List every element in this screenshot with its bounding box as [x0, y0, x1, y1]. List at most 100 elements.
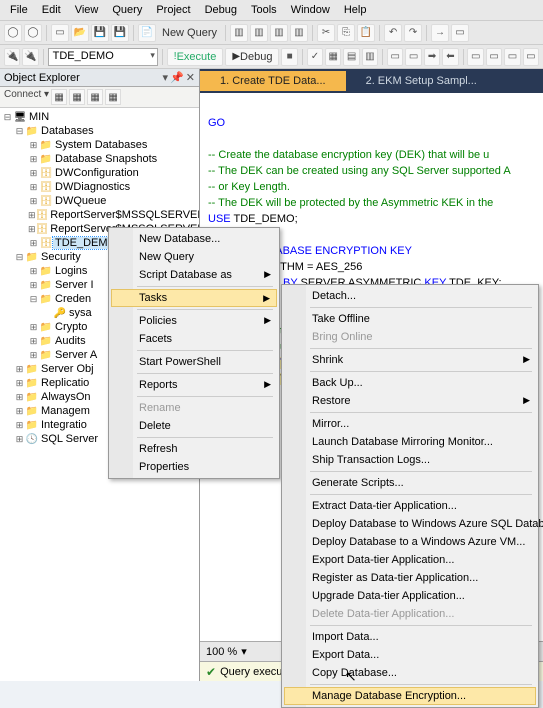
cut-icon[interactable]: ✂ [317, 24, 335, 42]
tree-dwconfiguration[interactable]: ⊞🗄DWConfiguration [0, 166, 199, 180]
ctx-register-dtier[interactable]: Register as Data-tier Application... [284, 569, 536, 587]
tb-icon-3[interactable]: ▥ [270, 24, 288, 42]
tb-icon-6[interactable]: ▭ [451, 24, 469, 42]
panel-close-icon[interactable]: ✕ [186, 71, 195, 84]
tree-databases[interactable]: ⊟📁Databases [0, 124, 199, 138]
panel-dropdown-icon[interactable]: ▾ [163, 71, 169, 84]
tree-database-snapshots[interactable]: ⊞📁Database Snapshots [0, 152, 199, 166]
ctx-reports[interactable]: Reports▶ [111, 376, 277, 394]
nav-fwd-icon[interactable]: ◯ [24, 24, 42, 42]
ctx-back-up[interactable]: Back Up... [284, 374, 536, 392]
ctx-deploy-azure-vm[interactable]: Deploy Database to a Windows Azure VM... [284, 533, 536, 551]
undo-icon[interactable]: ↶ [384, 24, 402, 42]
ctx-generate-scripts[interactable]: Generate Scripts... [284, 474, 536, 492]
ctx-restore[interactable]: Restore▶ [284, 392, 536, 410]
menu-query[interactable]: Query [106, 2, 148, 18]
oe-tb-icon-1[interactable]: ▦ [51, 89, 67, 105]
parse-icon[interactable]: ✓ [307, 48, 323, 66]
ctx-export-data[interactable]: Export Data... [284, 646, 536, 664]
ctx-policies[interactable]: Policies▶ [111, 312, 277, 330]
ctx-properties[interactable]: Properties [111, 458, 277, 476]
ctx-script-database-as[interactable]: Script Database as▶ [111, 266, 277, 284]
menu-tools[interactable]: Tools [245, 2, 283, 18]
tb-icon-5[interactable]: → [431, 24, 449, 42]
outdent-icon[interactable]: ⬅ [442, 48, 458, 66]
ctx-take-offline[interactable]: Take Offline [284, 310, 536, 328]
ctx-deploy-azure-db[interactable]: Deploy Database to Windows Azure SQL Dat… [284, 515, 536, 533]
ctx-new-database[interactable]: New Database... [111, 230, 277, 248]
toolbar-1: ◯ ◯ ▭ 📂 💾 💾 📄 New Query ▥ ▥ ▥ ▥ ✂ ⎘ 📋 ↶ … [0, 21, 543, 45]
stop-icon[interactable]: ■ [281, 48, 297, 66]
tb2-icon-b[interactable]: ▭ [504, 48, 520, 66]
tb-icon-1[interactable]: ▥ [230, 24, 248, 42]
ctx-tasks[interactable]: Tasks▶ [111, 289, 277, 307]
ctx-ship-tx-logs[interactable]: Ship Transaction Logs... [284, 451, 536, 469]
tab-ekm-setup[interactable]: 2. EKM Setup Sampl... [346, 71, 497, 91]
tb2-icon-c[interactable]: ▭ [523, 48, 539, 66]
menu-view[interactable]: View [69, 2, 105, 18]
ctx-detach[interactable]: Detach... [284, 287, 536, 305]
ctx-export-dtier[interactable]: Export Data-tier Application... [284, 551, 536, 569]
tree-reportserver-1[interactable]: ⊞🗄ReportServer$MSSQLSERVER [0, 208, 199, 222]
database-combo[interactable]: TDE_DEMO [48, 48, 158, 66]
ctx-upgrade-dtier[interactable]: Upgrade Data-tier Application... [284, 587, 536, 605]
execute-button[interactable]: ! Execute [167, 48, 224, 66]
menu-debug[interactable]: Debug [199, 2, 243, 18]
new-project-icon[interactable]: ▭ [51, 24, 69, 42]
connect-button[interactable]: Connect ▾ [4, 89, 49, 105]
tree-system-databases[interactable]: ⊞📁System Databases [0, 138, 199, 152]
tree-dwqueue[interactable]: ⊞🗄DWQueue [0, 194, 199, 208]
nav-back-icon[interactable]: ◯ [4, 24, 22, 42]
disconnect-icon[interactable]: 🔌 [22, 48, 38, 66]
ctx-start-powershell[interactable]: Start PowerShell [111, 353, 277, 371]
results-text-icon[interactable]: ▤ [343, 48, 359, 66]
panel-pin-icon[interactable]: 📌 [170, 71, 184, 84]
ctx-manage-db-encryption[interactable]: Manage Database Encryption... [284, 687, 536, 705]
redo-icon[interactable]: ↷ [404, 24, 422, 42]
tree-dwdiagnostics[interactable]: ⊞🗄DWDiagnostics [0, 180, 199, 194]
zoom-level[interactable]: 100 % [206, 646, 237, 658]
menu-file[interactable]: File [4, 2, 34, 18]
results-grid-icon[interactable]: ▦ [325, 48, 341, 66]
menu-help[interactable]: Help [338, 2, 373, 18]
oe-tb-icon-4[interactable]: ▦ [105, 89, 121, 105]
ctx-bring-online: Bring Online [284, 328, 536, 346]
oe-tb-icon-3[interactable]: ▦ [87, 89, 103, 105]
object-explorer-title: Object Explorer [4, 72, 80, 84]
tb-icon-4[interactable]: ▥ [290, 24, 308, 42]
tab-create-tde[interactable]: 1. Create TDE Data... [200, 71, 346, 91]
comment-icon[interactable]: ▭ [387, 48, 403, 66]
new-query-icon[interactable]: 📄 [138, 24, 156, 42]
ctx-new-query[interactable]: New Query [111, 248, 277, 266]
save-all-icon[interactable]: 💾 [111, 24, 129, 42]
indent-icon[interactable]: ➡ [424, 48, 440, 66]
menu-edit[interactable]: Edit [36, 2, 67, 18]
ctx-delete[interactable]: Delete [111, 417, 277, 435]
ctx-import-data[interactable]: Import Data... [284, 628, 536, 646]
save-icon[interactable]: 💾 [91, 24, 109, 42]
ctx-copy-database[interactable]: Copy Database... [284, 664, 536, 682]
uncomment-icon[interactable]: ▭ [405, 48, 421, 66]
ctx-facets[interactable]: Facets [111, 330, 277, 348]
ctx-refresh[interactable]: Refresh [111, 440, 277, 458]
new-query-label[interactable]: New Query [158, 27, 221, 39]
tb2-icon-a[interactable]: ▭ [486, 48, 502, 66]
context-menu-tasks: Detach... Take Offline Bring Online Shri… [281, 284, 539, 708]
ctx-extract-dtier[interactable]: Extract Data-tier Application... [284, 497, 536, 515]
paste-icon[interactable]: 📋 [357, 24, 375, 42]
change-connection-icon[interactable]: 🔌 [4, 48, 20, 66]
ctx-launch-mirror-monitor[interactable]: Launch Database Mirroring Monitor... [284, 433, 536, 451]
tb-icon-2[interactable]: ▥ [250, 24, 268, 42]
specify-values-icon[interactable]: ▭ [467, 48, 483, 66]
ctx-shrink[interactable]: Shrink▶ [284, 351, 536, 369]
oe-tb-icon-2[interactable]: ▦ [69, 89, 85, 105]
menu-project[interactable]: Project [150, 2, 196, 18]
results-file-icon[interactable]: ▥ [362, 48, 378, 66]
debug-button[interactable]: ▶ Debug [225, 48, 279, 66]
tree-server[interactable]: ⊟🖥MIN [0, 110, 199, 124]
open-icon[interactable]: 📂 [71, 24, 89, 42]
menu-window[interactable]: Window [285, 2, 336, 18]
copy-icon[interactable]: ⎘ [337, 24, 355, 42]
ctx-mirror[interactable]: Mirror... [284, 415, 536, 433]
menu-bar: File Edit View Query Project Debug Tools… [0, 0, 543, 21]
